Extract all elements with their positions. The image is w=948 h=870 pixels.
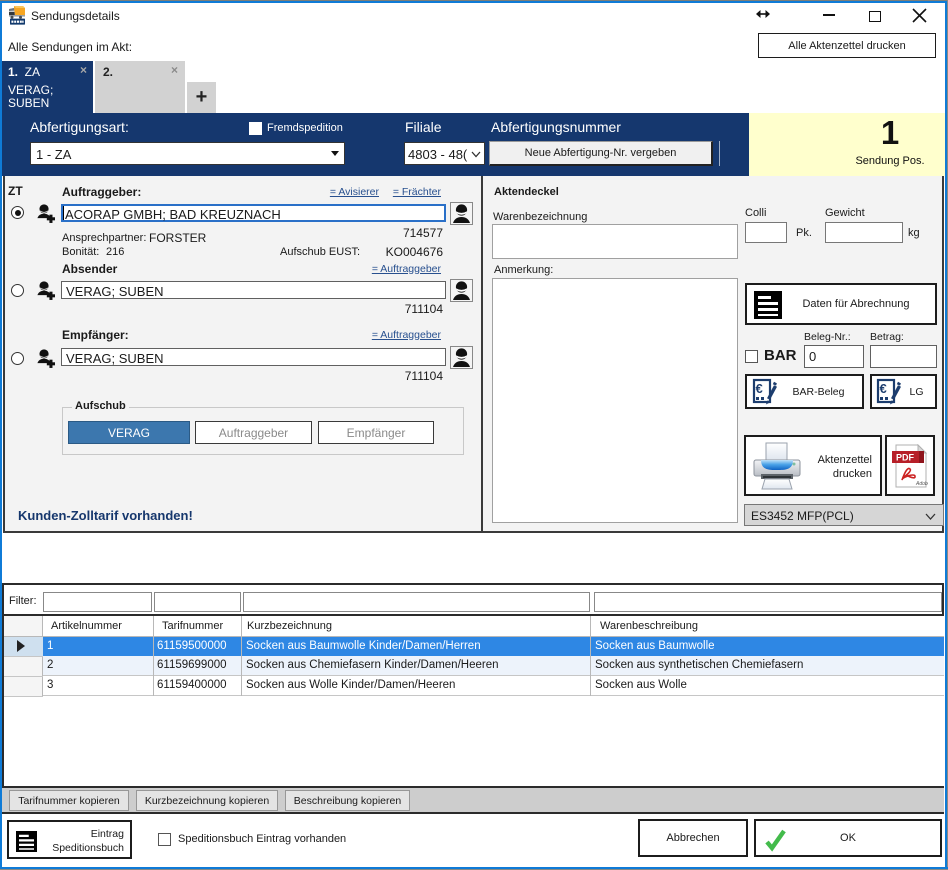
svg-text:PDF: PDF — [896, 452, 915, 462]
svg-text:Adobe: Adobe — [915, 481, 928, 487]
svg-text:€: € — [756, 381, 763, 396]
svg-text:€: € — [880, 381, 887, 396]
